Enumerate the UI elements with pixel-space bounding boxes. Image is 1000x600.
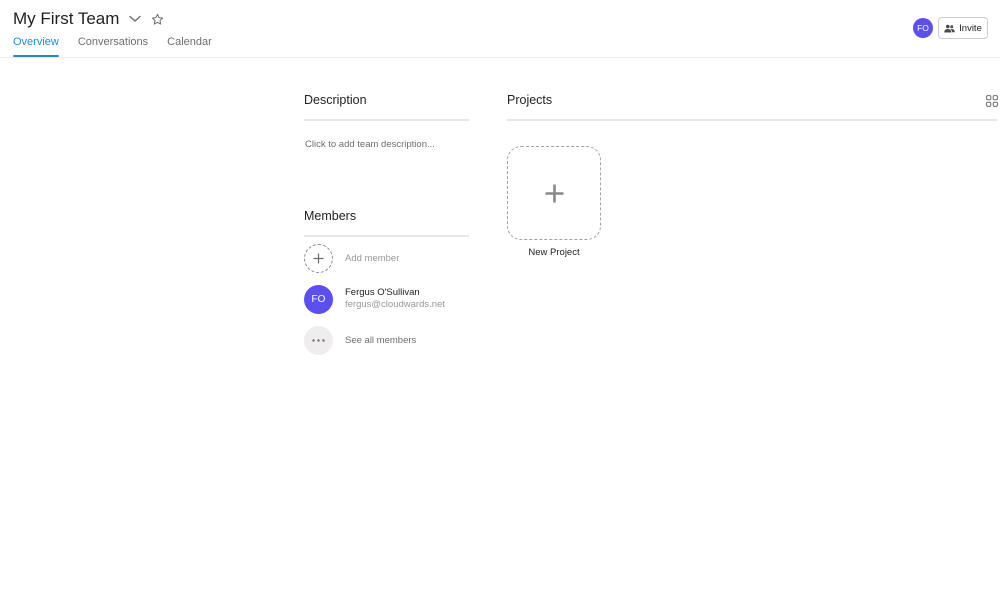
star-icon[interactable] <box>150 12 164 26</box>
description-divider <box>304 119 469 121</box>
chevron-down-icon[interactable] <box>128 12 142 26</box>
team-title[interactable]: My First Team <box>13 8 119 30</box>
new-project-label: New Project <box>528 247 580 258</box>
description-title: Description <box>304 93 367 107</box>
ellipsis-circle <box>304 325 333 355</box>
plus-icon <box>545 184 563 202</box>
add-member-label: Add member <box>345 252 400 264</box>
tab-overview[interactable]: Overview <box>13 36 59 58</box>
add-member-button[interactable]: Add member <box>304 243 470 273</box>
projects-divider <box>507 119 997 121</box>
user-avatar[interactable]: FO <box>913 18 933 38</box>
people-icon <box>944 24 955 32</box>
members-divider <box>304 235 469 237</box>
member-name: Fergus O'Sullivan <box>345 287 420 298</box>
title-row: My First Team <box>13 8 164 30</box>
member-item[interactable]: FO Fergus O'Sullivan fergus@cloudwards.n… <box>304 284 470 314</box>
see-all-members-label: See all members <box>345 334 417 346</box>
add-member-circle <box>304 243 333 273</box>
new-project-button[interactable] <box>507 146 601 240</box>
members-title: Members <box>304 209 357 223</box>
description-input[interactable]: Click to add team description... <box>305 139 435 150</box>
grid-view-icon[interactable] <box>986 94 998 107</box>
tab-calendar[interactable]: Calendar <box>167 36 212 58</box>
projects-title: Projects <box>507 93 553 107</box>
ellipsis-icon <box>312 338 325 342</box>
plus-icon <box>313 253 324 263</box>
tab-conversations[interactable]: Conversations <box>78 36 148 58</box>
invite-label: Invite <box>959 22 982 34</box>
see-all-members-button[interactable]: See all members <box>304 325 470 355</box>
team-header: My First Team Overview Conversations Cal… <box>0 0 1000 58</box>
tab-bar: Overview Conversations Calendar <box>13 36 231 58</box>
member-email: fergus@cloudwards.net <box>345 299 445 310</box>
invite-button[interactable]: Invite <box>938 17 988 39</box>
member-avatar: FO <box>304 284 333 314</box>
